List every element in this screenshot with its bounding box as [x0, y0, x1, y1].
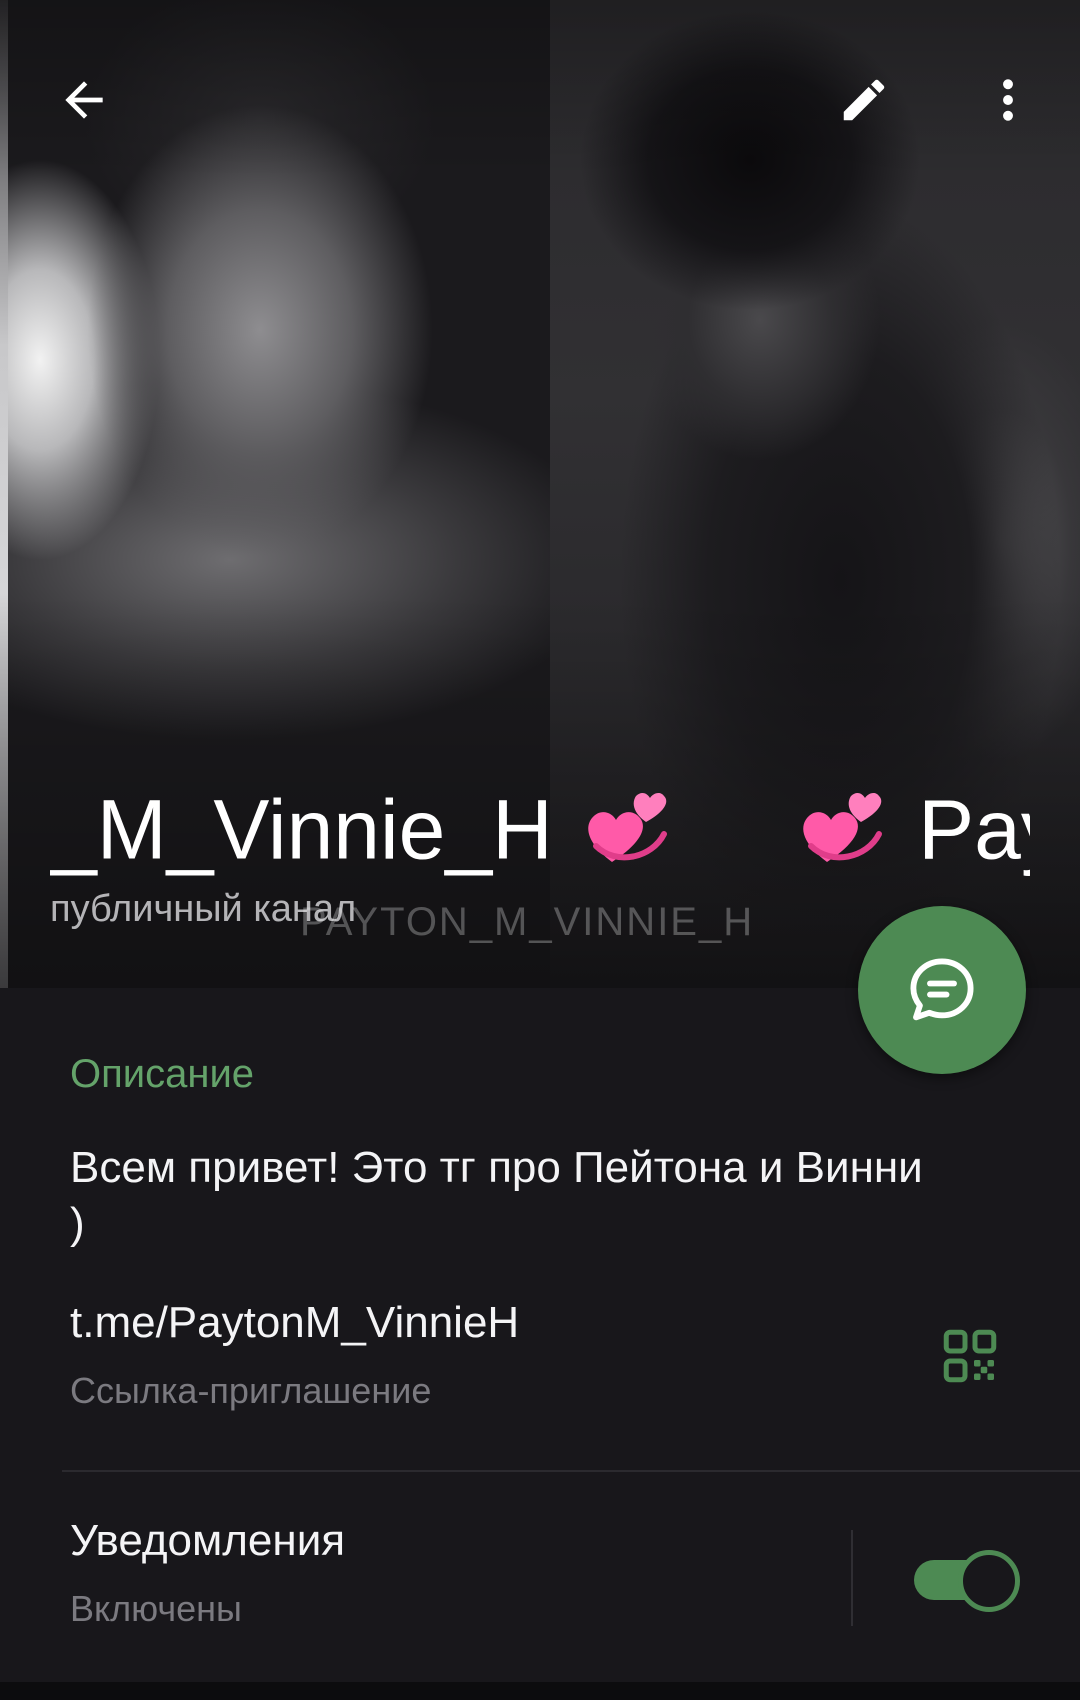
channel-title: _M_Vinnie_H Pay — [50, 778, 1030, 878]
more-options-button[interactable] — [970, 62, 1046, 138]
arrow-left-icon — [65, 81, 103, 119]
photo-watermark: PAYTON_M_VINNIE_H — [300, 900, 755, 944]
invite-link-row[interactable]: t.me/PaytonM_VinnieH Ссылка-приглашение — [0, 1288, 1080, 1460]
channel-cover: PAYTON_M_VINNIE_H _M_Vinnie_H Pa публичн… — [0, 0, 1080, 988]
notifications-status: Включены — [70, 1588, 242, 1629]
channel-title-text: _M_Vinnie_H — [50, 782, 553, 877]
revolving-hearts-icon — [795, 778, 891, 878]
back-button[interactable] — [46, 62, 122, 138]
more-vertical-icon — [1003, 79, 1013, 121]
channel-description: Всем привет! Это тг про Пейтона и Винни … — [70, 1143, 923, 1248]
invite-link[interactable]: t.me/PaytonM_VinnieH — [70, 1298, 519, 1348]
channel-info-screen: PAYTON_M_VINNIE_H _M_Vinnie_H Pa публичн… — [0, 0, 1080, 1700]
pencil-icon — [843, 79, 885, 121]
edit-button[interactable] — [826, 62, 902, 138]
qr-code-icon — [943, 1329, 997, 1383]
notifications-title: Уведомления — [70, 1516, 346, 1565]
notifications-toggle[interactable] — [914, 1550, 1020, 1612]
description-section-label: Описание — [70, 1052, 255, 1096]
bottom-edge — [0, 1682, 1080, 1700]
revolving-hearts-icon — [580, 778, 676, 878]
chat-bubble-icon — [910, 958, 974, 1021]
qr-code-button[interactable] — [932, 1318, 1008, 1394]
toggle-thumb — [958, 1550, 1020, 1612]
open-chat-button[interactable] — [858, 906, 1026, 1074]
notifications-row[interactable]: Уведомления Включены — [0, 1472, 1080, 1684]
channel-info-section: Описание Всем привет! Это тг про Пейтона… — [0, 988, 1080, 1688]
channel-title-text-continued: Pay — [918, 782, 1030, 877]
notifications-vertical-divider — [851, 1530, 853, 1626]
channel-type-label: публичный канал — [50, 888, 357, 930]
invite-link-caption: Ссылка-приглашение — [70, 1370, 432, 1411]
